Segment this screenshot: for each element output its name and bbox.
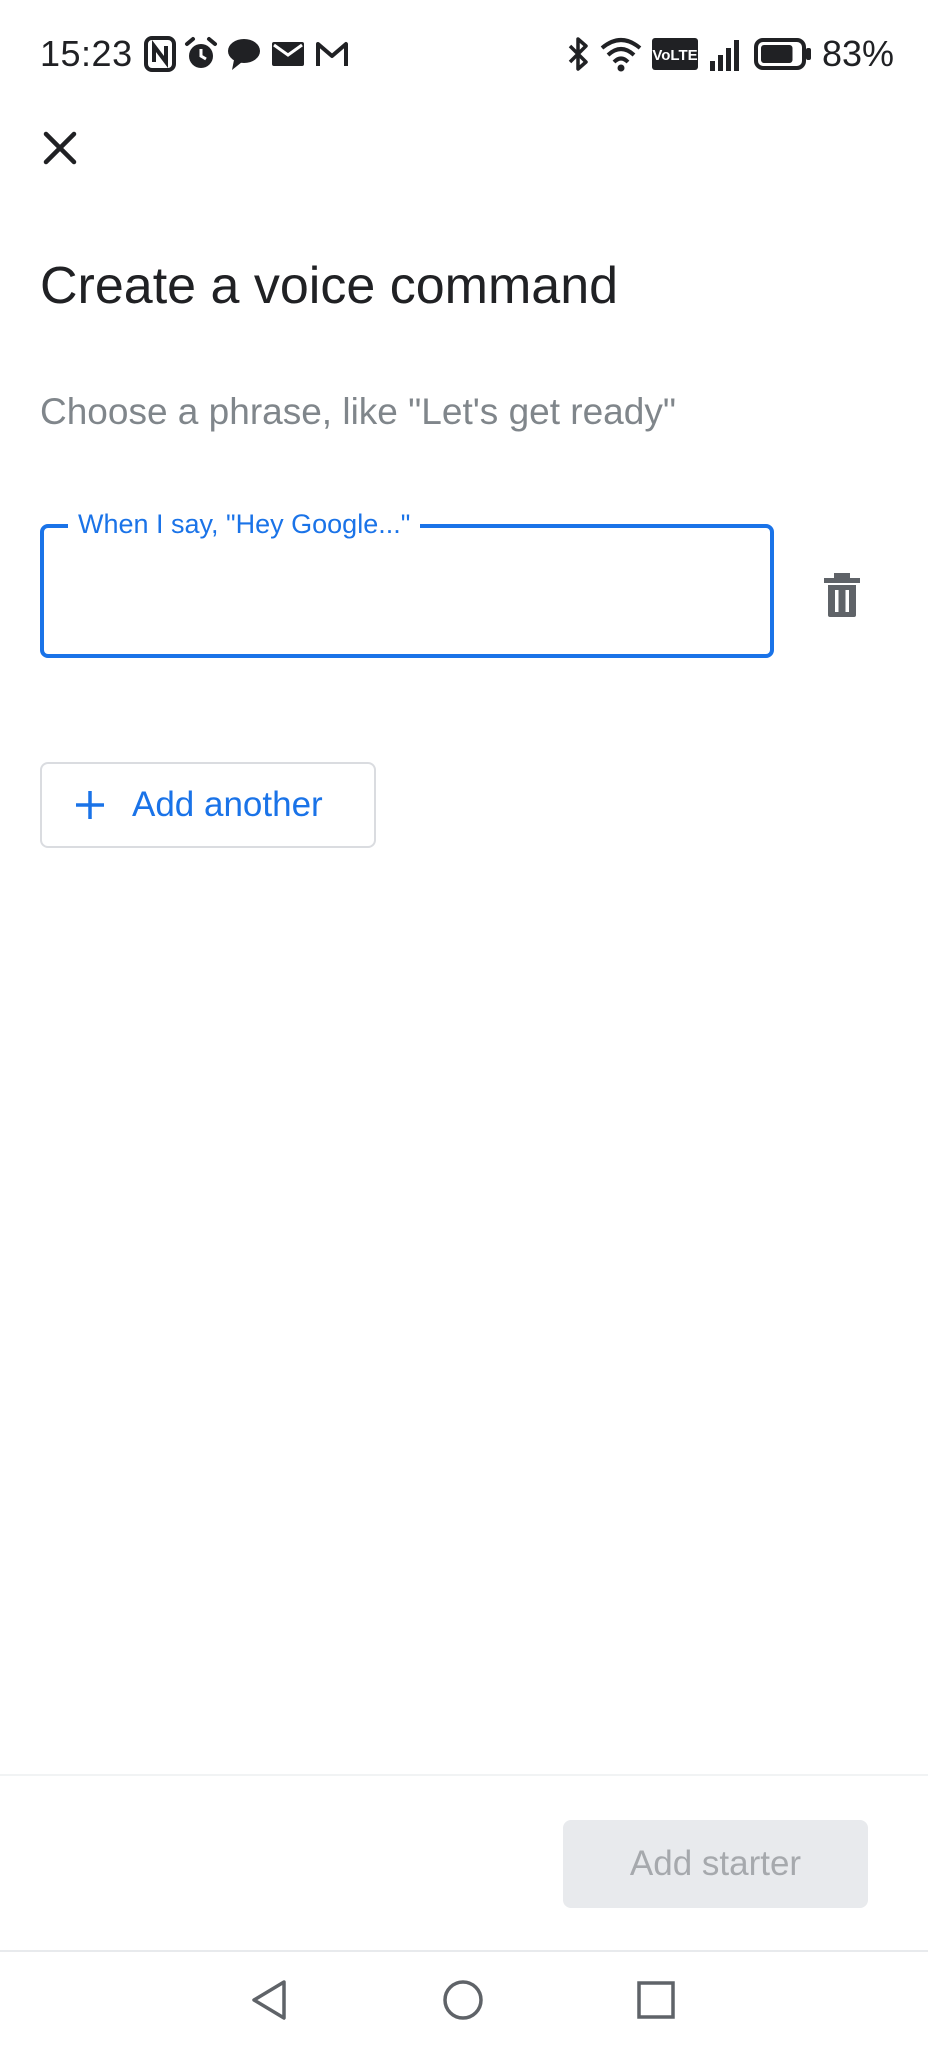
status-time: 15:23 bbox=[40, 33, 133, 74]
notification-icons bbox=[144, 36, 350, 72]
phrase-field[interactable]: When I say, "Hey Google..." bbox=[40, 506, 774, 658]
volte-icon: VoLTE bbox=[651, 38, 698, 70]
nav-home-button[interactable] bbox=[433, 1972, 493, 2032]
add-starter-button[interactable]: Add starter bbox=[563, 1820, 868, 1908]
add-another-label: Add another bbox=[132, 785, 323, 824]
status-bar: 15:23 VoLTE 83% bbox=[0, 0, 928, 110]
back-triangle-icon bbox=[248, 1978, 292, 2027]
close-icon bbox=[40, 128, 80, 173]
alarm-icon bbox=[184, 36, 218, 72]
close-button[interactable] bbox=[30, 120, 90, 180]
signal-icon bbox=[708, 37, 744, 71]
trash-icon bbox=[822, 571, 862, 624]
system-icons: VoLTE 83% bbox=[566, 34, 894, 74]
nfc-icon bbox=[144, 36, 176, 72]
plus-icon bbox=[74, 789, 106, 821]
wifi-icon bbox=[600, 36, 642, 72]
battery-icon bbox=[753, 37, 812, 71]
footer-divider bbox=[0, 1774, 928, 1776]
svg-text:VoLTE: VoLTE bbox=[652, 47, 697, 64]
home-circle-icon bbox=[441, 1978, 485, 2027]
chat-bubble-icon bbox=[226, 36, 262, 72]
recents-square-icon bbox=[634, 1978, 678, 2027]
delete-phrase-button[interactable] bbox=[810, 565, 874, 629]
bluetooth-icon bbox=[566, 36, 590, 72]
page-subtitle: Choose a phrase, like "Let's get ready" bbox=[40, 391, 676, 432]
nav-back-button[interactable] bbox=[240, 1972, 300, 2032]
phrase-input[interactable] bbox=[64, 568, 744, 616]
mail-icon bbox=[270, 36, 306, 72]
gmail-icon bbox=[314, 36, 350, 72]
add-another-button[interactable]: Add another bbox=[40, 762, 376, 848]
battery-percentage: 83% bbox=[821, 33, 894, 74]
nav-recents-button[interactable] bbox=[626, 1972, 686, 2032]
navigation-bar bbox=[0, 1952, 928, 2048]
phrase-field-label: When I say, "Hey Google..." bbox=[68, 506, 421, 542]
page-title: Create a voice command bbox=[40, 257, 619, 315]
